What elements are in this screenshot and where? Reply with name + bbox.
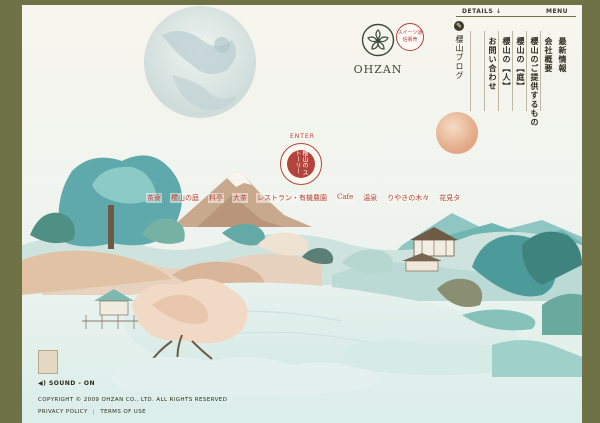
footer-separator: |: [92, 409, 96, 415]
copyright-text: COPYRIGHT © 2009 OHZAN CO., LTD. ALL RIG…: [38, 397, 228, 403]
area-link[interactable]: 花見タ: [438, 193, 462, 203]
logo-wordmark: OHZAN: [353, 63, 403, 76]
area-link[interactable]: りやきの木々: [386, 193, 431, 203]
footer-links: PRIVACY POLICY | TERMS OF USE: [38, 409, 146, 415]
blog-link[interactable]: 櫻山ブログ: [454, 35, 465, 80]
header-rule: [456, 16, 576, 17]
area-link[interactable]: 温泉: [362, 193, 379, 203]
area-link[interactable]: 茶寮: [146, 193, 162, 203]
setting-sun: [436, 112, 478, 154]
seal-stamp-icon: [38, 350, 58, 374]
enter-story-button[interactable]: 櫻山の ストーリー: [280, 143, 322, 185]
area-link[interactable]: Cafe: [336, 193, 355, 203]
page-frame: DETAILS ↓ MENU OHZAN スイーツ通信販売 ✎ 櫻山ブログ 最新…: [0, 0, 600, 423]
area-nav: 茶寮 櫻山の庭 料亭 大茶 レストラン・有機農園 Cafe 温泉 りやきの木々 …: [146, 193, 462, 203]
menu-divider: [470, 31, 471, 111]
area-link[interactable]: 料亭: [208, 193, 224, 203]
terms-of-use-link[interactable]: TERMS OF USE: [100, 409, 146, 415]
moon: [144, 6, 256, 118]
menu-item-offerings[interactable]: 櫻山のご提供するもの: [530, 37, 541, 127]
enter-badge-text: 櫻山の ストーリー: [287, 150, 315, 178]
menu-item-company[interactable]: 会社概要: [544, 37, 555, 73]
area-link[interactable]: レストラン・有機農園: [256, 193, 328, 203]
menu-item-contact[interactable]: お問い合わせ: [488, 37, 499, 91]
sound-toggle[interactable]: ◀) SOUND - ON: [38, 380, 95, 387]
menu-item-garden[interactable]: 櫻山の【庭】: [516, 37, 527, 91]
details-link[interactable]: DETAILS ↓: [462, 8, 501, 15]
cherry-blossom-logo-icon: [361, 23, 395, 57]
privacy-policy-link[interactable]: PRIVACY POLICY: [38, 409, 88, 415]
speaker-icon: ◀): [38, 380, 47, 387]
menu-item-people[interactable]: 櫻山の【人】: [502, 37, 513, 91]
blog-icon[interactable]: ✎: [454, 21, 464, 31]
menu-item-news[interactable]: 最新情報: [558, 37, 569, 73]
enter-label[interactable]: ENTER: [290, 133, 315, 140]
area-link[interactable]: 櫻山の庭: [170, 193, 200, 203]
sound-label: SOUND - ON: [48, 380, 96, 387]
menu-toggle[interactable]: MENU: [546, 8, 568, 15]
menu-divider: [484, 31, 485, 111]
area-link[interactable]: 大茶: [232, 193, 248, 203]
sweets-mail-order-badge[interactable]: スイーツ通信販売: [396, 23, 424, 51]
landscape-canvas: DETAILS ↓ MENU OHZAN スイーツ通信販売 ✎ 櫻山ブログ 最新…: [22, 5, 582, 423]
